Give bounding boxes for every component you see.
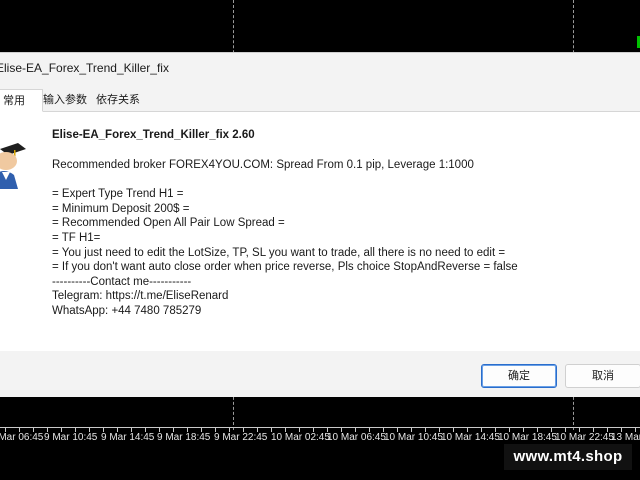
- time-axis-label: 9 Mar 14:45: [101, 432, 155, 443]
- description-line: = Recommended Open All Pair Low Spread =: [52, 217, 285, 230]
- cancel-button[interactable]: 取消: [565, 364, 640, 388]
- time-axis-label: 10 Mar 22:45: [555, 432, 614, 443]
- time-axis-label: 10 Mar 02:45: [271, 432, 330, 443]
- ea-properties-dialog: Elise-EA_Forex_Trend_Killer_fix 常用 输入参数 …: [0, 52, 640, 397]
- tab-content-common: Elise-EA_Forex_Trend_Killer_fix 2.60 Rec…: [0, 112, 640, 351]
- tab-bar: 常用 输入参数 依存关系: [0, 89, 640, 112]
- description-line: = If you don't want auto close order whe…: [52, 261, 518, 274]
- time-axis-label: 9 Mar 22:45: [214, 432, 268, 443]
- whatsapp-contact: WhatsApp: +44 7480 785279: [52, 304, 202, 317]
- time-axis-label: 10 Mar 14:45: [441, 432, 500, 443]
- description-line: = TF H1=: [52, 231, 101, 244]
- ea-name: Elise-EA_Forex_Trend_Killer_fix 2.60: [52, 129, 255, 141]
- description-line: = You just need to edit the LotSize, TP,…: [52, 246, 506, 259]
- time-axis-label: 10 Mar 10:45: [384, 432, 443, 443]
- time-axis-label: 10 Mar 06:45: [327, 432, 386, 443]
- ea-description: Elise-EA_Forex_Trend_Killer_fix 2.60 Rec…: [52, 128, 518, 319]
- dialog-titlebar[interactable]: Elise-EA_Forex_Trend_Killer_fix: [0, 53, 640, 83]
- time-axis-label: 8 Mar 06:45: [0, 432, 44, 443]
- ok-button[interactable]: 确定: [481, 364, 557, 388]
- description-line: = Expert Type Trend H1 =: [52, 188, 184, 201]
- tab-common[interactable]: 常用: [0, 89, 43, 112]
- tab-inputs[interactable]: 输入参数: [40, 89, 90, 110]
- time-axis-label: 13 Mar 0: [611, 432, 640, 443]
- broker-recommendation: Recommended broker FOREX4YOU.COM: Spread…: [52, 158, 474, 171]
- contact-header: ----------Contact me-----------: [52, 275, 192, 288]
- dialog-title: Elise-EA_Forex_Trend_Killer_fix: [0, 61, 169, 75]
- expert-advisor-icon: [0, 143, 26, 189]
- time-axis-label: 9 Mar 18:45: [157, 432, 211, 443]
- time-axis-label: 10 Mar 18:45: [498, 432, 557, 443]
- description-line: = Minimum Deposit 200$ =: [52, 202, 190, 215]
- dialog-footer: 确定 取消: [0, 351, 640, 397]
- time-axis-label: 9 Mar 10:45: [44, 432, 98, 443]
- tab-dependencies[interactable]: 依存关系: [93, 89, 143, 110]
- watermark: www.mt4.shop: [504, 444, 632, 470]
- telegram-contact: Telegram: https://t.me/EliseRenard: [52, 290, 229, 303]
